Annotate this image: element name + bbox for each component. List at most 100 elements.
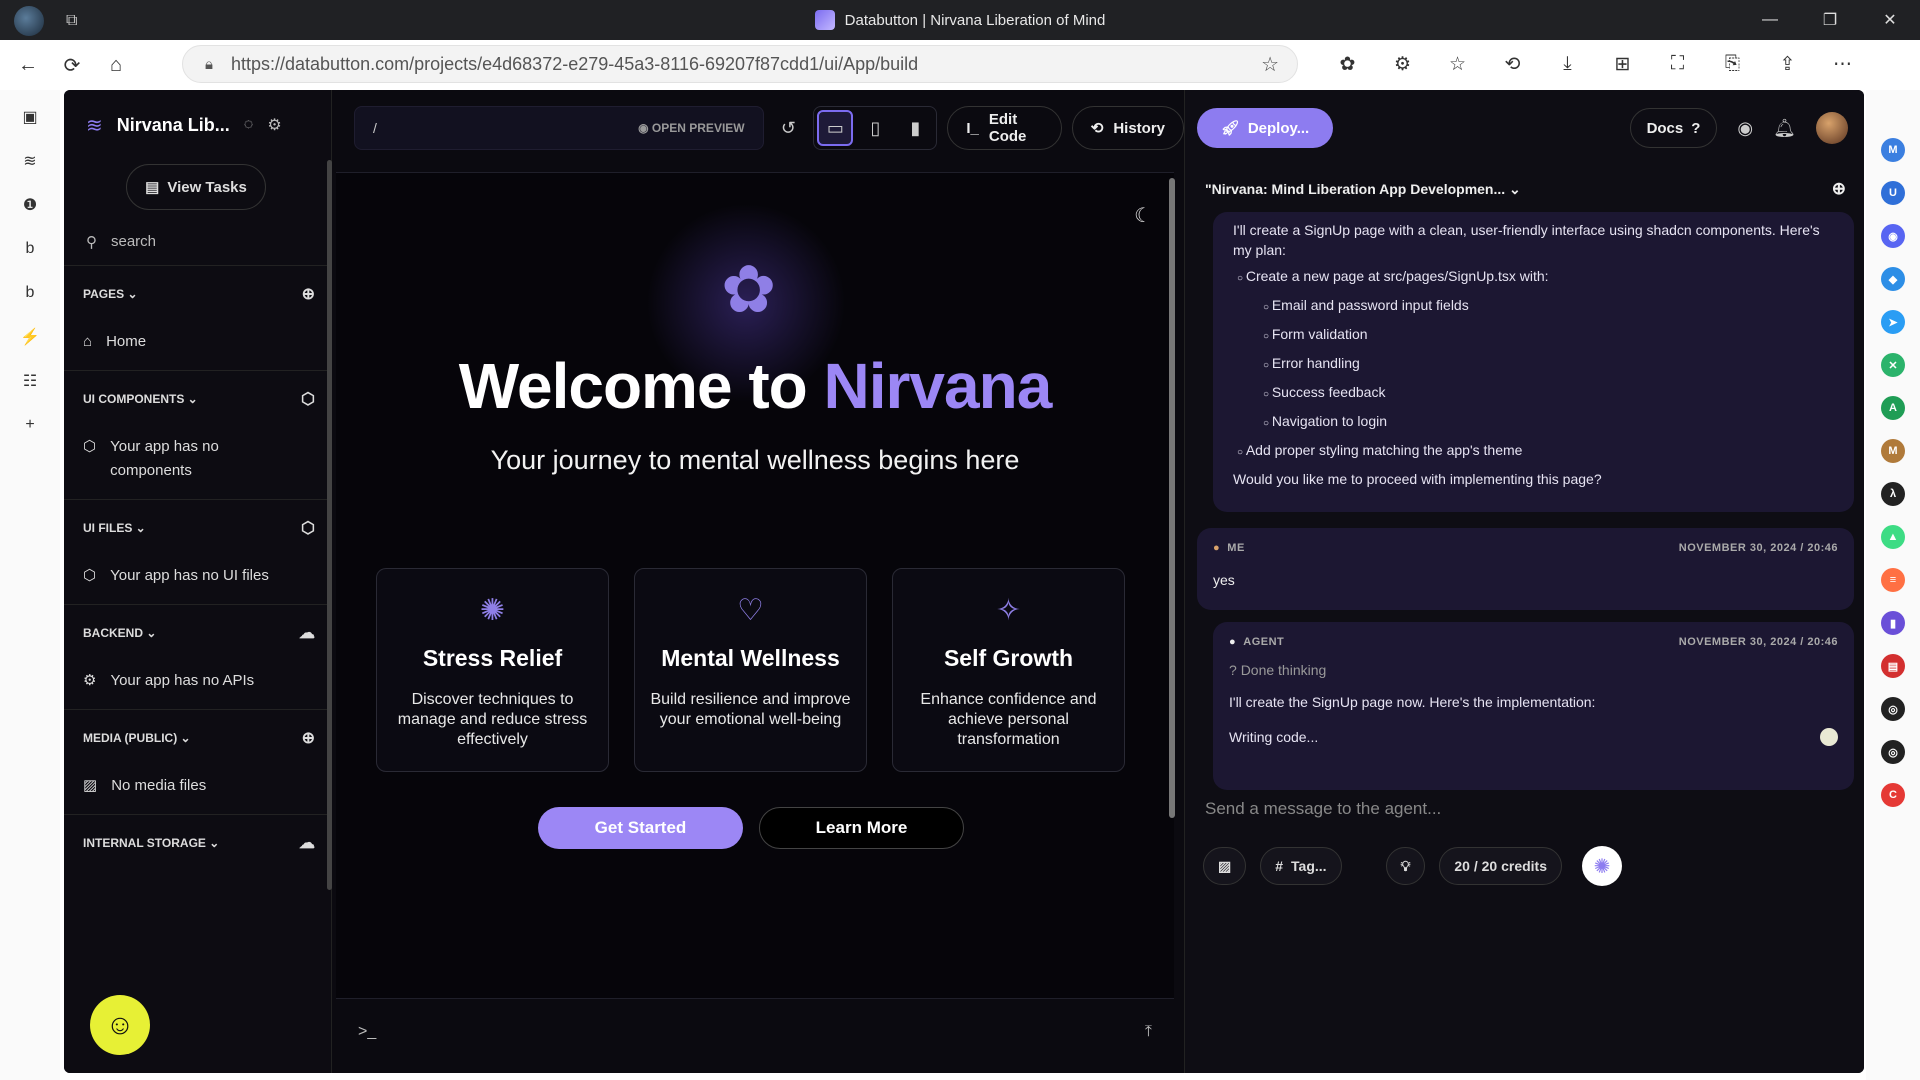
thinking-toggle[interactable]: ? Done thinking (1229, 662, 1838, 678)
laptop-view-icon[interactable]: ▭ (817, 110, 854, 146)
browser-sidebar-app-icon[interactable]: ◉ (1881, 224, 1905, 248)
browser-sidebar-app-icon[interactable]: ▲ (1881, 525, 1905, 549)
docs-button[interactable]: Docs? (1629, 108, 1718, 148)
browser-extension-icon[interactable]: ⟲ (1485, 45, 1540, 83)
browser-sidebar-app-icon[interactable]: ≡ (1881, 568, 1905, 592)
brain-icon: ✺ (479, 594, 506, 627)
deploy-button[interactable]: 🚀︎ Deploy... (1197, 108, 1333, 148)
browser-sidebar-app-icon[interactable]: M (1881, 439, 1905, 463)
tag-button[interactable]: # Tag... (1260, 847, 1342, 885)
send-brain-icon[interactable]: ✺ (1582, 846, 1622, 886)
learn-more-button[interactable]: Learn More (759, 807, 964, 849)
backend-toggle[interactable]: BACKEND ⌄ (83, 626, 156, 640)
ideas-button[interactable]: 💡︎ (1385, 847, 1426, 885)
view-tasks-button[interactable]: ▤ View Tasks (126, 164, 266, 210)
dark-mode-moon-icon[interactable]: ☾ (1134, 203, 1152, 228)
browser-sidebar-app-icon[interactable]: C (1881, 783, 1905, 807)
writing-status: Writing code... (1229, 729, 1319, 745)
reload-button[interactable]: ⟳ (50, 53, 94, 78)
address-bar[interactable]: 🔒︎ https://databutton.com/projects/e4d68… (182, 45, 1298, 83)
attach-image-button[interactable]: ▨ (1203, 847, 1247, 885)
edit-code-button[interactable]: I_ Edit Code (947, 106, 1062, 150)
browser-extension-icon[interactable]: ⇪ (1760, 45, 1815, 83)
browser-extension-icon[interactable]: ⤓ (1540, 45, 1595, 83)
browser-sidebar-app-icon[interactable]: ▮ (1881, 611, 1905, 635)
browser-sidebar-app-icon[interactable]: ◎ (1881, 697, 1905, 721)
browser-sidebar-app-icon[interactable]: U (1881, 181, 1905, 205)
browser-sidebar-tab-icon[interactable]: b (15, 278, 45, 308)
browser-sidebar-app-icon[interactable]: ◆ (1881, 267, 1905, 291)
home-button[interactable]: ⌂ (94, 54, 138, 77)
browser-sidebar-app-icon[interactable]: M (1881, 138, 1905, 162)
minimize-button[interactable]: — (1740, 0, 1800, 40)
new-chat-icon[interactable]: ⊕ (1832, 179, 1846, 199)
user-avatar[interactable] (1816, 112, 1848, 144)
browser-sidebar-app-icon[interactable]: ✕ (1881, 353, 1905, 377)
ui-components-section: UI COMPONENTS ⌄ ⬡ ⬡ Your app has no compon… (64, 371, 331, 500)
browser-extension-icon[interactable]: ⛶ (1650, 45, 1705, 83)
terminal-icon[interactable]: >_ (358, 1023, 376, 1041)
no-ui-files-label: Your app has no UI files (110, 567, 269, 584)
thread-selector[interactable]: "Nirvana: Mind Liberation App Developmen… (1185, 166, 1864, 212)
browser-sidebar-tab-icon[interactable]: ▣ (15, 102, 45, 132)
path-input[interactable]: / ◉ OPEN PREVIEW (354, 106, 764, 150)
theme-drop-icon[interactable]: ◌ (244, 116, 254, 134)
discord-icon[interactable]: ◉ (1737, 118, 1753, 139)
list-item: Form validation (1233, 324, 1834, 347)
browser-extension-icon[interactable]: ⊞ (1595, 45, 1650, 83)
mobile-view-icon[interactable]: ▮ (897, 110, 933, 146)
bell-icon[interactable]: 🔔︎ (1773, 118, 1796, 139)
search-input[interactable]: ⚲ search (64, 218, 331, 266)
tablet-view-icon[interactable]: ▯ (857, 110, 893, 146)
browser-left-sidebar: ▣ ≋ ❶ b b ⚡ ☷ + (0, 90, 60, 1080)
add-media-icon[interactable]: ⊕ (302, 728, 315, 748)
refresh-icon[interactable]: ↺ (774, 110, 804, 146)
pages-toggle[interactable]: PAGES ⌄ (83, 287, 138, 301)
settings-gear-icon[interactable]: ⚙ (267, 115, 281, 135)
open-preview-button[interactable]: ◉ OPEN PREVIEW (638, 121, 745, 135)
browser-extension-icon[interactable]: ✿ (1320, 45, 1375, 83)
user-message: ● ME NOVEMBER 30, 2024 / 20:46 yes (1197, 528, 1854, 610)
browser-sidebar-app-icon[interactable]: A (1881, 396, 1905, 420)
browser-sidebar-app-icon[interactable]: ➤ (1881, 310, 1905, 334)
maximize-button[interactable]: ❐ (1800, 0, 1860, 40)
preview-scrollbar[interactable] (1166, 160, 1178, 890)
browser-sidebar-app-icon[interactable]: ▤ (1881, 654, 1905, 678)
get-started-button[interactable]: Get Started (538, 807, 743, 849)
browser-extension-icon[interactable]: ⚙ (1375, 45, 1430, 83)
browser-sidebar-tab-icon[interactable]: + (15, 410, 45, 440)
intercom-chat-button[interactable]: ☺ (90, 995, 150, 1055)
browser-extension-icon[interactable]: ⎘ (1705, 45, 1760, 83)
add-api-icon[interactable]: ☁ (299, 623, 315, 643)
browser-sidebar-tab-icon[interactable]: ≋ (15, 146, 45, 176)
browser-sidebar-tab-icon[interactable]: ☷ (15, 366, 45, 396)
ui-components-toggle[interactable]: UI COMPONENTS ⌄ (83, 392, 198, 406)
project-name[interactable]: Nirvana Lib... (117, 115, 230, 136)
browser-sidebar-app-icon[interactable]: ◎ (1881, 740, 1905, 764)
history-button[interactable]: ⟲ History (1071, 106, 1185, 150)
sidebar-item-home[interactable]: ⌂ Home (64, 322, 331, 370)
storage-toggle[interactable]: INTERNAL STORAGE ⌄ (83, 836, 219, 850)
browser-sidebar-tab-icon[interactable]: ⚡ (15, 322, 45, 352)
add-page-icon[interactable]: ⊕ (302, 284, 315, 304)
add-component-icon[interactable]: ⬡ (301, 389, 315, 409)
browser-extension-icon[interactable]: ⋯ (1815, 45, 1870, 83)
browser-extension-icon[interactable]: ☆ (1430, 45, 1485, 83)
message-input[interactable]: Send a message to the agent... (1205, 799, 1441, 819)
ui-files-toggle[interactable]: UI FILES ⌄ (83, 521, 146, 535)
favorite-star-icon[interactable]: ☆ (1261, 52, 1279, 77)
add-ui-file-icon[interactable]: ⬡ (301, 518, 315, 538)
lock-icon: 🔒︎ (205, 55, 213, 73)
message-text: yes (1213, 572, 1235, 588)
media-toggle[interactable]: MEDIA (PUBLIC) ⌄ (83, 731, 191, 745)
close-button[interactable]: ✕ (1860, 0, 1920, 40)
browser-sidebar-app-icon[interactable]: λ (1881, 482, 1905, 506)
expand-console-icon[interactable]: ⤒ (1145, 1023, 1152, 1041)
card-title: Stress Relief (422, 645, 563, 671)
sidebar-scrollbar[interactable] (327, 160, 332, 890)
preview-area: / ◉ OPEN PREVIEW ↺ ▭ ▯ ▮ I_ Edit Code ⟲ Hi… (336, 90, 1185, 1073)
browser-sidebar-tab-icon[interactable]: ❶ (15, 190, 45, 220)
upload-cloud-icon[interactable]: ☁ (299, 833, 315, 853)
back-button[interactable]: ← (6, 54, 50, 77)
browser-sidebar-tab-icon[interactable]: b (15, 234, 45, 264)
